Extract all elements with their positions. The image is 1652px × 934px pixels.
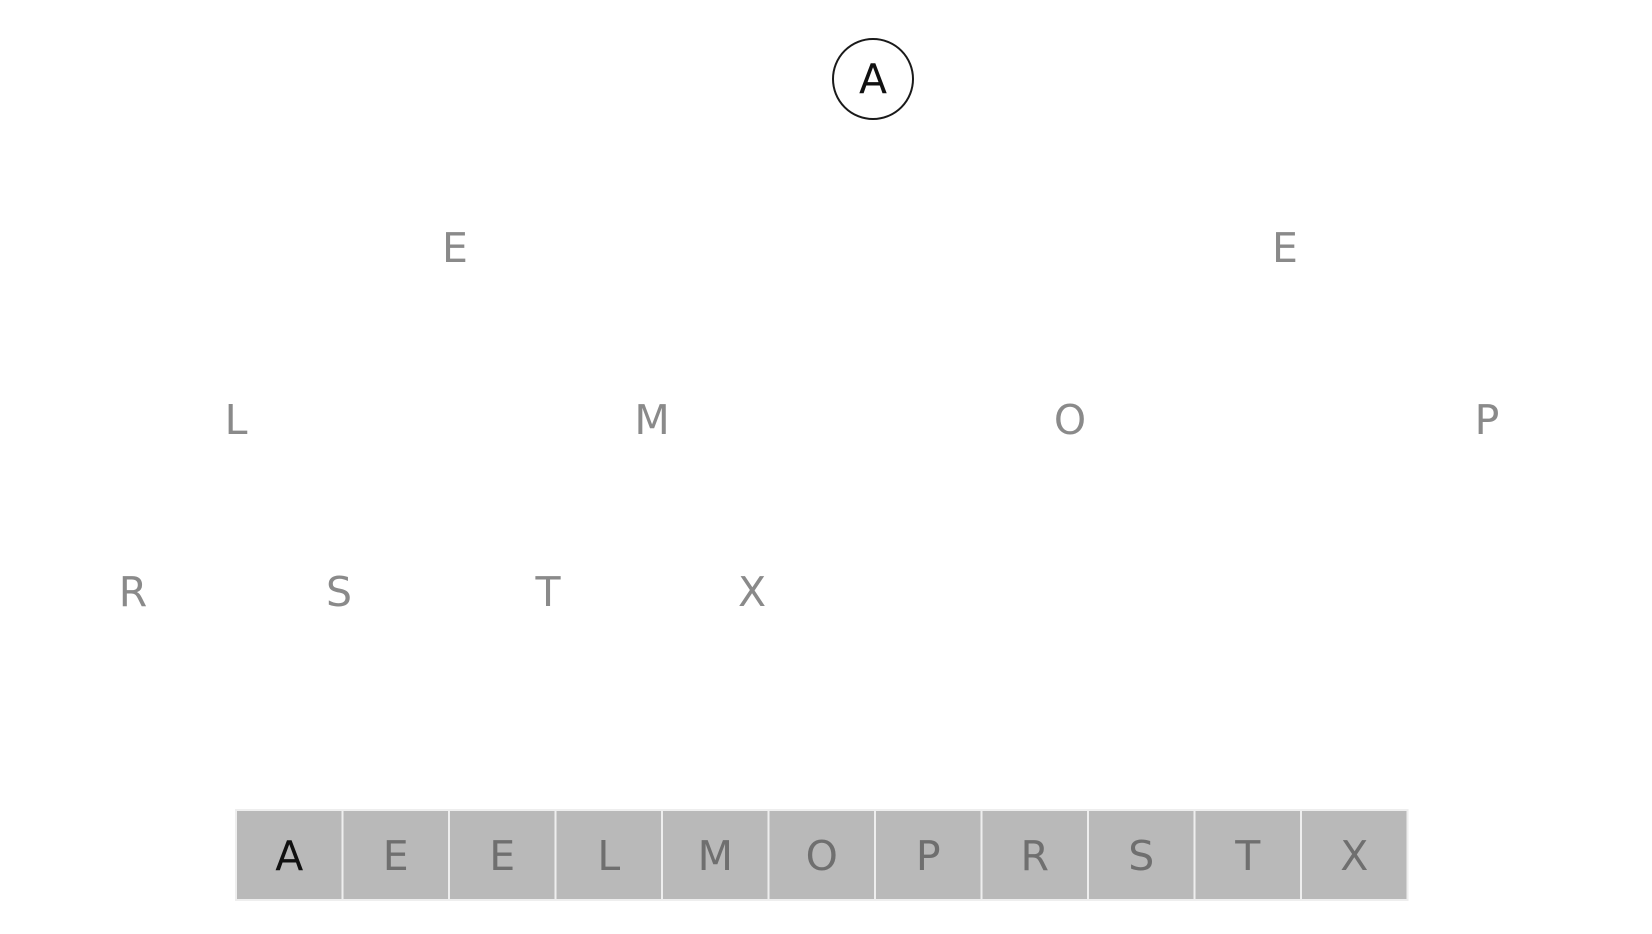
array-cell: P (874, 809, 983, 901)
tree-node: T (534, 568, 561, 616)
array-cell-label: R (1021, 832, 1050, 880)
array-cell: E (448, 809, 557, 901)
array-cell: R (980, 809, 1089, 901)
tree-node-label: R (119, 568, 148, 616)
array-cell: T (1193, 809, 1302, 901)
tree-node: X (738, 568, 766, 616)
tree-node: S (326, 568, 352, 616)
array-cell: A (235, 809, 344, 901)
tree-node: O (1054, 396, 1086, 444)
heap-diagram: A E E L M O P R S T X A E E L M O P R S T X (119, 38, 1500, 901)
tree-node: M (634, 396, 669, 444)
array-row: AEELMOPRSTX (235, 809, 1409, 901)
array-cell-label: S (1128, 832, 1154, 880)
tree-node: A (832, 38, 914, 120)
array-cell-label: E (383, 832, 409, 880)
tree-node-label: A (859, 55, 887, 103)
tree-node-label: E (442, 224, 468, 272)
array-cell-label: O (806, 832, 838, 880)
array-cell-label: E (489, 832, 515, 880)
tree: A E E L M O P R S T X (119, 38, 1500, 616)
array-cell-label: T (1234, 832, 1261, 880)
tree-node: E (1272, 224, 1298, 272)
tree-node: L (225, 396, 248, 444)
tree-node-label: E (1272, 224, 1298, 272)
tree-node-label: S (326, 568, 352, 616)
array-cell-label: L (597, 832, 620, 880)
tree-node-label: P (1475, 396, 1500, 444)
array-cell-label: X (1340, 832, 1368, 880)
array-cell: O (767, 809, 876, 901)
array-cell-label: P (916, 832, 941, 880)
array-cell: E (341, 809, 450, 901)
tree-node: P (1475, 396, 1500, 444)
tree-node-label: X (738, 568, 766, 616)
tree-node-label: T (534, 568, 561, 616)
tree-node-label: M (634, 396, 669, 444)
tree-node-label: O (1054, 396, 1086, 444)
array-cell: S (1087, 809, 1196, 901)
tree-node: E (442, 224, 468, 272)
array-cell: X (1300, 809, 1409, 901)
array-cell: M (661, 809, 770, 901)
array-cell-label: M (698, 832, 733, 880)
tree-node: R (119, 568, 148, 616)
array-cell: L (554, 809, 663, 901)
array-cell-label: A (275, 832, 303, 880)
tree-node-label: L (225, 396, 248, 444)
